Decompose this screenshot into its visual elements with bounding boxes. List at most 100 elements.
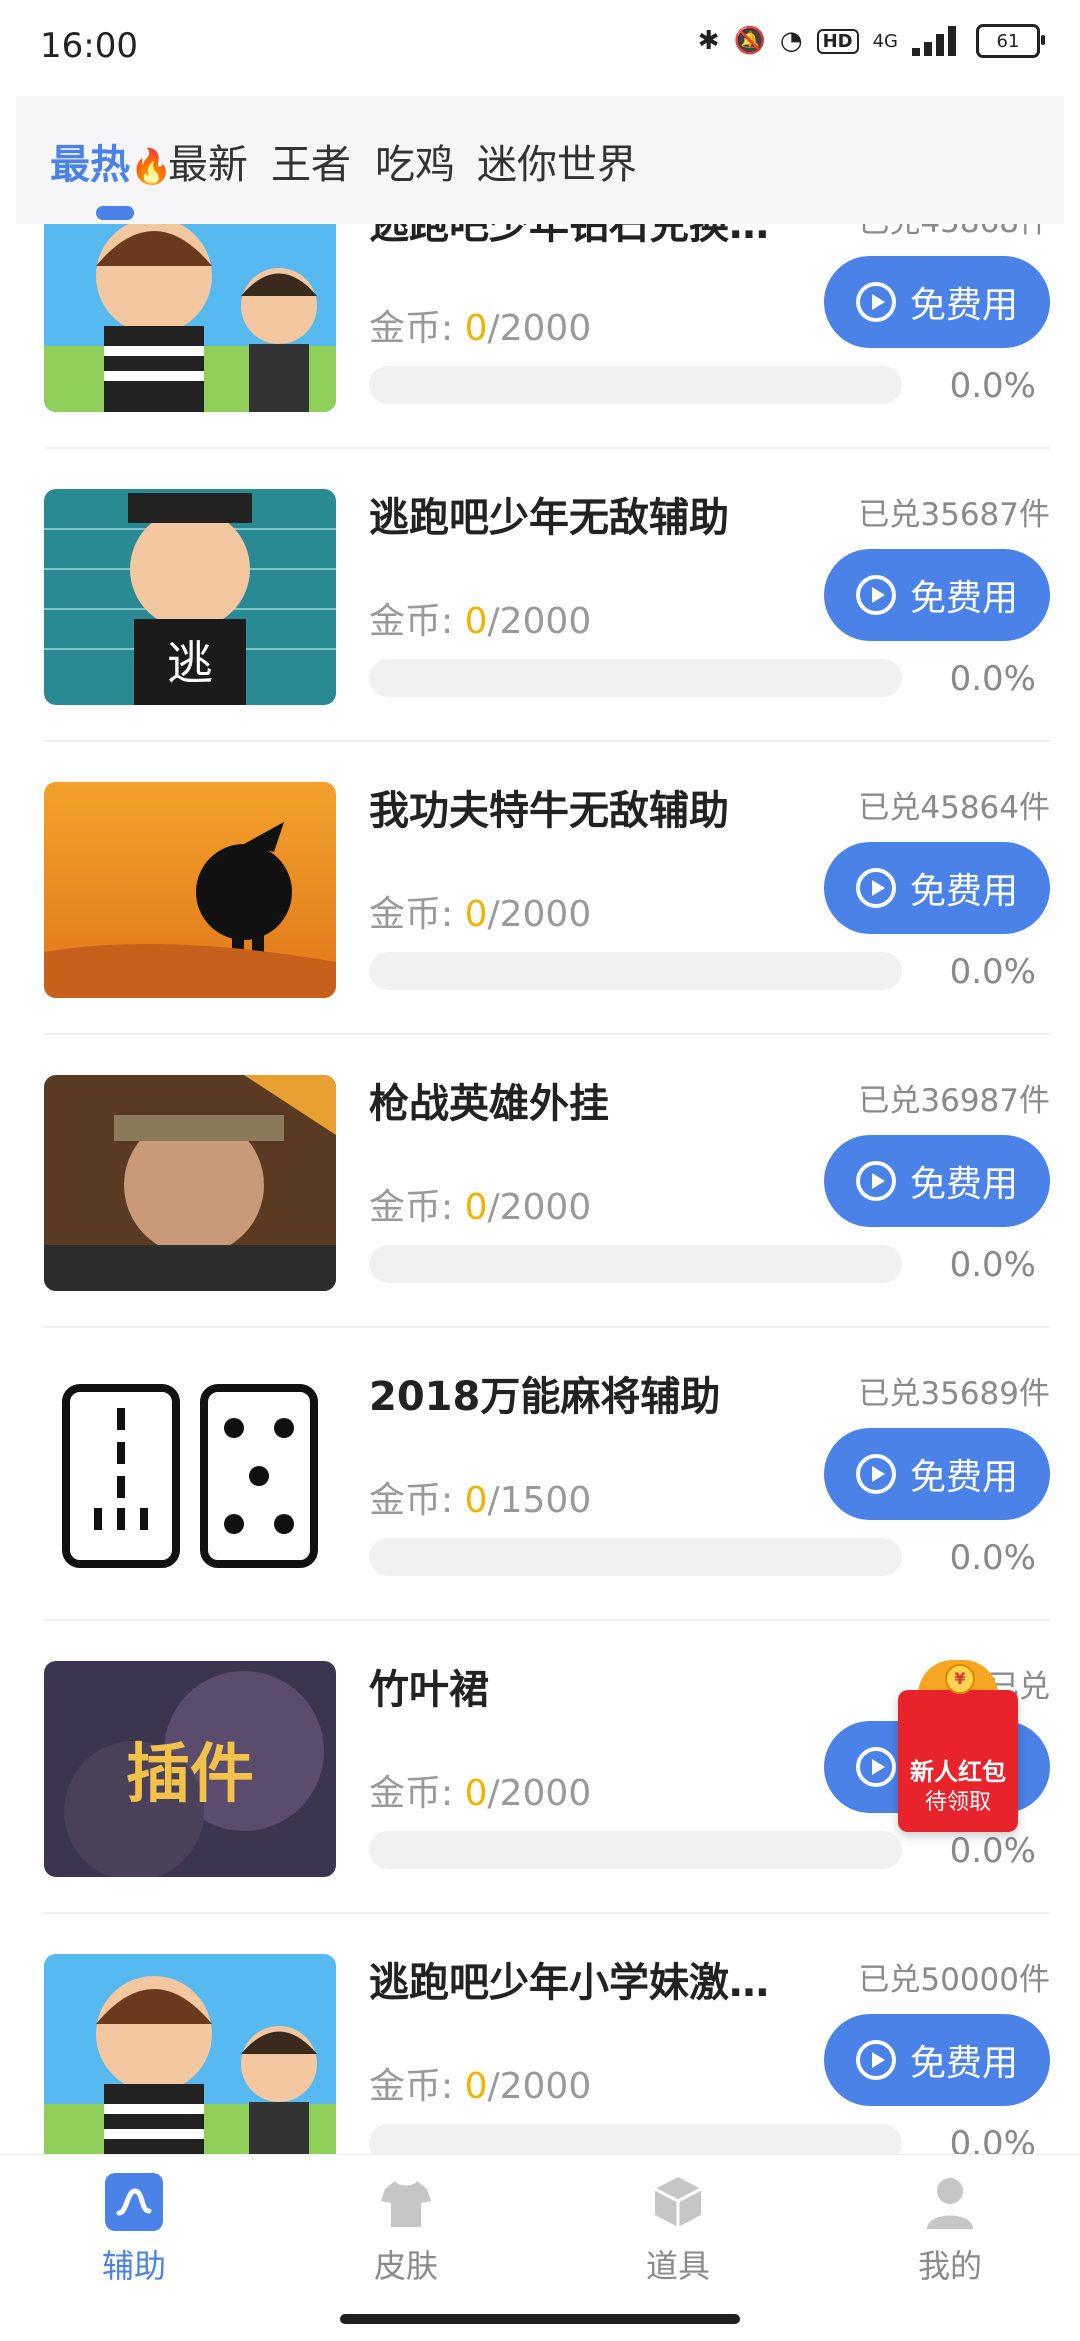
coins-label: 金币: — [369, 308, 465, 349]
coin-icon: ¥ — [945, 1664, 975, 1694]
nav-items[interactable]: 道具 — [598, 2173, 758, 2287]
play-icon — [855, 1454, 896, 1494]
button-label: 免费用 — [909, 1457, 1018, 1498]
product-list[interactable]: 逃跑吧少年钻石兑换… 已兑45868件 金币: 0/2000 0.0% 免费用 … — [0, 224, 1080, 2154]
bluetooth-icon: ✱ — [697, 26, 720, 56]
free-use-button[interactable]: 免费用 — [824, 1428, 1050, 1520]
progress-percent: 0.0% — [949, 659, 1036, 699]
item-title: 逃跑吧少年钻石兑换… — [369, 224, 769, 248]
coins-current: 0 — [464, 2066, 488, 2107]
redeemed-count: 已兑50000件 — [858, 1962, 1050, 1998]
bottom-nav: 辅助 皮肤 道具 我的 — [0, 2154, 1080, 2341]
coins-total: /2000 — [487, 601, 592, 642]
gunfight-hero-thumbnail[interactable] — [44, 1075, 336, 1291]
runaway-boy-mugshot-thumbnail[interactable]: 逃 — [44, 489, 336, 705]
coin-requirement: 金币: 0/2000 — [369, 1764, 591, 1816]
free-use-button[interactable]: 免费用 — [824, 2014, 1050, 2106]
home-indicator[interactable] — [340, 2314, 740, 2324]
coin-requirement: 金币: 0/2000 — [369, 885, 591, 937]
new-user-red-packet[interactable]: ¥ 新人红包 待领取 — [898, 1650, 1018, 1832]
mahjong-tiles-thumbnail[interactable] — [44, 1368, 336, 1584]
tab-hottest[interactable]: 最热🔥 — [50, 132, 172, 190]
coin-requirement: 金币: 0/1500 — [369, 1471, 591, 1523]
svg-text:逃: 逃 — [167, 636, 213, 690]
coins-current: 0 — [464, 1187, 488, 1228]
list-item[interactable]: 逃跑吧少年钻石兑换… 已兑45868件 金币: 0/2000 0.0% 免费用 — [44, 224, 1050, 449]
redeemed-count: 已兑35689件 — [858, 1376, 1050, 1412]
coin-requirement: 金币: 0/2000 — [369, 2057, 591, 2109]
coins-label: 金币: — [369, 1187, 465, 1228]
kungfu-silhouette-thumbnail[interactable] — [44, 782, 336, 998]
coins-label: 金币: — [369, 1773, 465, 1814]
play-icon — [855, 282, 896, 322]
nav-label: 辅助 — [101, 2247, 166, 2285]
tab-king[interactable]: 王者 — [271, 132, 351, 190]
nav-skin[interactable]: 皮肤 — [326, 2173, 486, 2287]
runaway-boy-thumbnail[interactable] — [44, 224, 336, 412]
play-icon — [855, 1161, 896, 1201]
status-time: 16:00 — [40, 26, 138, 66]
progress-bar — [369, 659, 902, 697]
coins-total: /2000 — [487, 308, 592, 349]
list-item[interactable]: 逃 逃跑吧少年无敌辅助 已兑35687件 金币: 0/2000 0.0% 免费用 — [44, 449, 1050, 742]
free-use-button[interactable]: 免费用 — [824, 1135, 1050, 1227]
coins-total: /2000 — [487, 1187, 592, 1228]
thumb-label: 插件 — [126, 1738, 254, 1812]
coins-current: 0 — [464, 601, 488, 642]
fire-icon: 🔥 — [130, 147, 173, 187]
coins-total: /2000 — [487, 894, 592, 935]
progress-percent: 0.0% — [949, 952, 1036, 992]
category-tabs: 最热🔥 最新 王者 吃鸡 迷你世界 — [16, 96, 1064, 224]
progress-bar — [369, 952, 902, 990]
progress-percent: 0.0% — [949, 2124, 1036, 2154]
network-type: 4G — [872, 30, 898, 52]
list-item[interactable]: 2018万能麻将辅助 已兑35689件 金币: 0/1500 0.0% 免费用 — [44, 1328, 1050, 1621]
redeemed-count: 已兑36987件 — [858, 1083, 1050, 1119]
progress-bar — [369, 1831, 902, 1869]
nav-mine[interactable]: 我的 — [870, 2173, 1030, 2287]
coins-label: 金币: — [369, 894, 465, 935]
coin-requirement: 金币: 0/2000 — [369, 1178, 591, 1230]
item-title: 逃跑吧少年无敌辅助 — [369, 495, 729, 541]
hd-badge: HD — [816, 28, 859, 54]
plugin-thumbnail[interactable]: 插件 — [44, 1661, 336, 1877]
battery-icon: 61 — [976, 24, 1045, 58]
signal-icon — [912, 26, 962, 56]
red-packet-title: 新人红包 — [910, 1758, 1006, 1786]
tab-pubg[interactable]: 吃鸡 — [375, 132, 455, 190]
item-title: 枪战英雄外挂 — [369, 1081, 609, 1127]
tab-newest[interactable]: 最新 — [168, 132, 248, 190]
nav-label: 我的 — [917, 2247, 982, 2285]
list-item[interactable]: 枪战英雄外挂 已兑36987件 金币: 0/2000 0.0% 免费用 — [44, 1035, 1050, 1328]
list-item[interactable]: 我功夫特牛无敌辅助 已兑45864件 金币: 0/2000 0.0% 免费用 — [44, 742, 1050, 1035]
progress-percent: 0.0% — [949, 1538, 1036, 1578]
coins-current: 0 — [464, 1480, 488, 1521]
coins-total: /2000 — [487, 2066, 592, 2107]
item-box-icon — [649, 2173, 707, 2231]
tab-indicator — [96, 206, 134, 220]
play-icon — [855, 868, 896, 908]
button-label: 免费用 — [909, 871, 1018, 912]
button-label: 免费用 — [909, 578, 1018, 619]
coins-total: /1500 — [487, 1480, 592, 1521]
progress-bar — [369, 1538, 902, 1576]
free-use-button[interactable]: 免费用 — [824, 256, 1050, 348]
status-icons: ✱ 🔕 ◔ HD 4G 61 — [697, 24, 1045, 58]
nav-assist[interactable]: 辅助 — [54, 2173, 214, 2287]
runaway-boy-thumbnail[interactable] — [44, 1954, 336, 2154]
nav-label: 皮肤 — [373, 2247, 438, 2285]
coins-current: 0 — [464, 894, 488, 935]
item-title: 竹叶裙 — [369, 1667, 489, 1713]
play-icon — [855, 2040, 896, 2080]
coin-requirement: 金币: 0/2000 — [369, 592, 591, 644]
tab-mini-world[interactable]: 迷你世界 — [477, 132, 637, 190]
free-use-button[interactable]: 免费用 — [824, 842, 1050, 934]
progress-bar — [369, 2124, 902, 2154]
free-use-button[interactable]: 免费用 — [824, 549, 1050, 641]
progress-percent: 0.0% — [949, 366, 1036, 406]
progress-percent: 0.0% — [949, 1831, 1036, 1871]
nav-label: 道具 — [645, 2247, 710, 2285]
tshirt-icon — [377, 2173, 435, 2231]
button-label: 免费用 — [909, 2043, 1018, 2084]
list-item[interactable]: 逃跑吧少年小学妹激… 已兑50000件 金币: 0/2000 0.0% 免费用 — [44, 1914, 1050, 2154]
